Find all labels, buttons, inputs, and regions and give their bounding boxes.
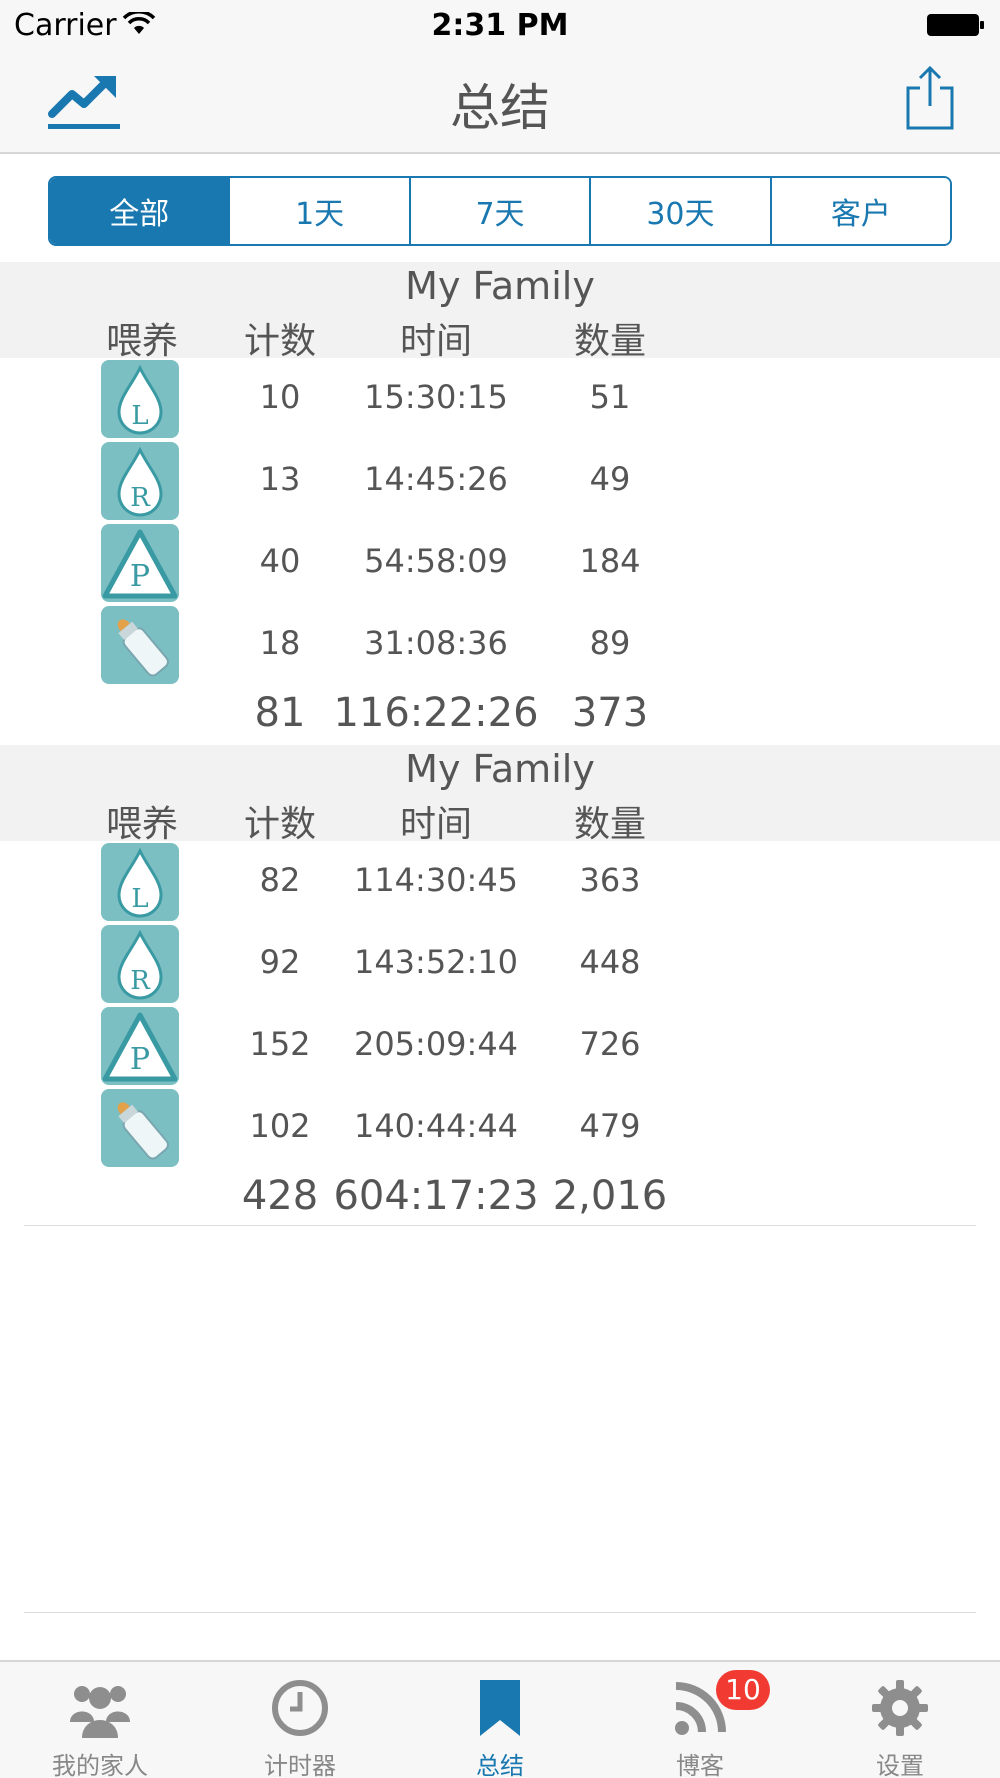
- row-count: 102: [249, 1107, 311, 1145]
- row-qty: 726: [579, 1025, 641, 1063]
- navigation-bar: 总结: [0, 50, 1000, 154]
- svg-text:P: P: [130, 559, 150, 594]
- period-segmented-control: 全部 1天 7天 30天 客户: [48, 176, 952, 246]
- tab-blog[interactable]: 10 博客: [600, 1662, 800, 1778]
- summary-section: My Family 喂养 计数 时间 数量 L 10 15:30:15 51 R…: [0, 262, 1000, 746]
- row-count: 82: [259, 861, 301, 899]
- share-icon[interactable]: [904, 64, 956, 132]
- svg-text:L: L: [131, 884, 148, 914]
- pump-icon: P: [101, 524, 179, 602]
- right-breast-icon: R: [101, 442, 179, 520]
- total-qty: 2,016: [552, 1173, 668, 1219]
- section-title: My Family: [405, 747, 595, 791]
- table-row[interactable]: L 82 114:30:45 363: [0, 841, 1000, 923]
- table-row[interactable]: P 152 205:09:44 726: [0, 1005, 1000, 1087]
- table-row[interactable]: R 92 143:52:10 448: [0, 923, 1000, 1005]
- row-qty: 184: [579, 542, 641, 580]
- row-qty: 89: [589, 624, 631, 662]
- row-time: 205:09:44: [353, 1025, 519, 1063]
- row-count: 18: [259, 624, 301, 662]
- segment-1-day[interactable]: 1天: [230, 178, 411, 244]
- row-time: 140:44:44: [353, 1107, 519, 1145]
- column-time: 时间: [399, 321, 472, 362]
- clock-label: 2:31 PM: [431, 8, 569, 43]
- left-breast-icon: L: [101, 843, 179, 921]
- clock-icon: [272, 1680, 328, 1736]
- battery-icon: [927, 14, 984, 36]
- divider: [24, 1225, 976, 1226]
- tab-label: 设置: [876, 1752, 924, 1778]
- section-header: My Family 喂养 计数 时间 数量: [0, 745, 1000, 845]
- table-row[interactable]: R 13 14:45:26 49: [0, 440, 1000, 522]
- total-count: 428: [241, 1173, 319, 1219]
- tab-label: 博客: [676, 1752, 724, 1778]
- total-count: 81: [254, 690, 306, 736]
- right-breast-icon: R: [101, 925, 179, 1003]
- row-time: 15:30:15: [364, 378, 508, 416]
- column-qty: 数量: [573, 804, 646, 845]
- row-count: 10: [259, 378, 301, 416]
- section-title: My Family: [405, 264, 595, 308]
- divider: [24, 1612, 976, 1613]
- summary-section: My Family 喂养 计数 时间 数量 L 82 114:30:45 363…: [0, 745, 1000, 1229]
- column-time: 时间: [399, 804, 472, 845]
- table-row[interactable]: 18 31:08:36 89: [0, 604, 1000, 686]
- segment-30-days[interactable]: 30天: [591, 178, 772, 244]
- tab-settings[interactable]: 设置: [800, 1662, 1000, 1778]
- total-time: 116:22:26: [333, 690, 539, 736]
- notification-badge: 10: [716, 1670, 770, 1710]
- row-time: 114:30:45: [353, 861, 519, 899]
- segment-customer[interactable]: 客户: [771, 178, 950, 244]
- row-time: 143:52:10: [353, 943, 519, 981]
- tab-summary[interactable]: 总结: [400, 1662, 600, 1778]
- column-count: 计数: [243, 804, 316, 845]
- bottle-icon: [101, 1089, 179, 1167]
- total-time: 604:17:23: [333, 1173, 539, 1219]
- bookmark-icon: [480, 1680, 520, 1736]
- tab-label: 计时器: [264, 1752, 336, 1778]
- tab-bar: 我的家人 计时器 总结 10 博客 设置: [0, 1660, 1000, 1778]
- row-count: 92: [259, 943, 301, 981]
- row-qty: 363: [579, 861, 641, 899]
- gear-icon: [872, 1680, 928, 1736]
- column-count: 计数: [243, 321, 316, 362]
- total-row: 81 116:22:26 373: [0, 686, 1000, 746]
- left-breast-icon: L: [101, 360, 179, 438]
- row-qty: 51: [589, 378, 631, 416]
- row-time: 54:58:09: [364, 542, 508, 580]
- tab-timer[interactable]: 计时器: [200, 1662, 400, 1778]
- row-qty: 49: [589, 460, 631, 498]
- tab-label: 我的家人: [52, 1752, 148, 1778]
- column-feed: 喂养: [105, 321, 178, 362]
- row-count: 13: [259, 460, 301, 498]
- total-qty: 373: [571, 690, 649, 736]
- family-icon: [70, 1686, 130, 1738]
- section-header: My Family 喂养 计数 时间 数量: [0, 262, 1000, 362]
- svg-text:R: R: [130, 483, 151, 513]
- row-count: 40: [259, 542, 301, 580]
- svg-text:R: R: [130, 966, 151, 996]
- row-qty: 448: [579, 943, 641, 981]
- segment-all[interactable]: 全部: [50, 178, 231, 244]
- svg-text:L: L: [131, 401, 148, 431]
- total-row: 428 604:17:23 2,016: [0, 1169, 1000, 1229]
- row-time: 14:45:26: [364, 460, 508, 498]
- table-row[interactable]: P 40 54:58:09 184: [0, 522, 1000, 604]
- tab-my-family[interactable]: 我的家人: [0, 1662, 200, 1778]
- pump-icon: P: [101, 1007, 179, 1085]
- status-bar: Carrier 2:31 PM: [0, 0, 1000, 50]
- table-row[interactable]: L 10 15:30:15 51: [0, 358, 1000, 440]
- segment-7-days[interactable]: 7天: [410, 178, 592, 244]
- row-time: 31:08:36: [364, 624, 508, 662]
- svg-text:P: P: [130, 1042, 150, 1077]
- column-feed: 喂养: [105, 804, 178, 845]
- page-title: 总结: [450, 79, 550, 137]
- tab-label: 总结: [476, 1752, 524, 1778]
- row-count: 152: [249, 1025, 311, 1063]
- table-row[interactable]: 102 140:44:44 479: [0, 1087, 1000, 1169]
- row-qty: 479: [579, 1107, 641, 1145]
- bottle-icon: [101, 606, 179, 684]
- column-qty: 数量: [573, 321, 646, 362]
